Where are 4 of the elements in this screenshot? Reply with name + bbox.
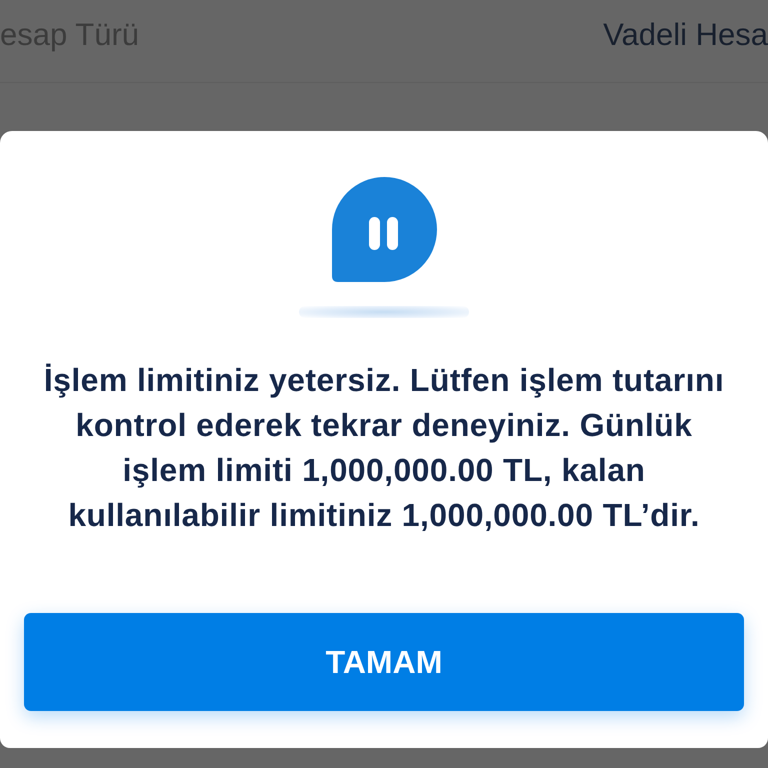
ok-button[interactable]: TAMAM: [24, 613, 744, 711]
pause-bubble-icon: [332, 177, 436, 282]
error-message: İşlem limitiniz yetersiz. Lütfen işlem tutarını kontrol ederek tekrar deneyiniz. Günlük işlem limiti 1,000,000.00 TL, kalan kullanılabilir limitiniz 1,000,000.00 TL’dir.: [44, 361, 724, 535]
row-value: Vadeli Hesa: [603, 16, 768, 54]
